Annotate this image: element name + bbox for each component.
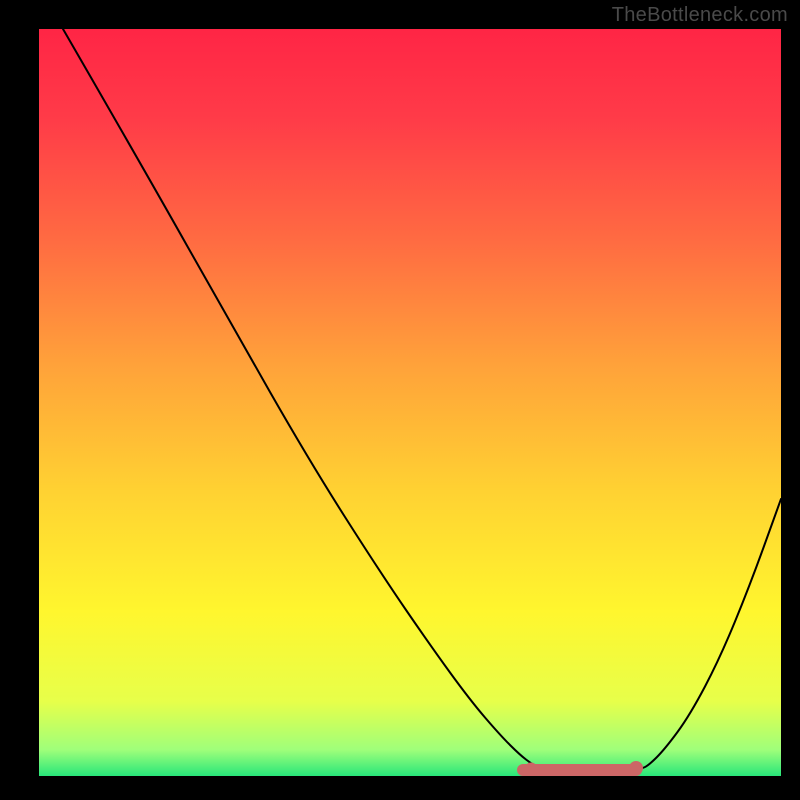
watermark-text: TheBottleneck.com xyxy=(612,4,788,27)
optimal-band-end-dot xyxy=(629,761,643,775)
chart-svg xyxy=(0,0,800,800)
chart-container xyxy=(0,0,800,800)
plot-background xyxy=(39,29,781,776)
optimal-band-start-dot xyxy=(525,763,538,776)
